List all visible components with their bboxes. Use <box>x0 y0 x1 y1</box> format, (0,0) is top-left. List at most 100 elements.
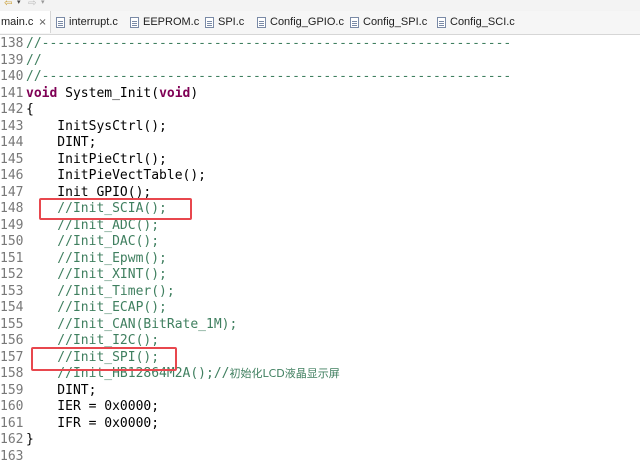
code-line[interactable]: 144 DINT; <box>0 135 96 152</box>
code-line[interactable]: 153 //Init_Timer(); <box>0 284 175 301</box>
back-arrow-icon[interactable]: ⇦ <box>4 0 12 9</box>
tab-config-sci-c[interactable]: Config_SCI.c <box>437 11 515 33</box>
line-number: 144 <box>0 135 24 150</box>
code-line[interactable]: 154 //Init_ECAP(); <box>0 300 167 317</box>
code-token: InitPieVectTable(); <box>26 168 207 183</box>
back-dropdown-icon[interactable]: ▾ <box>17 0 21 6</box>
line-number: 150 <box>0 234 24 249</box>
code-line[interactable]: 160 IER = 0x0000; <box>0 399 159 416</box>
code-token: //Init_Timer(); <box>26 283 175 299</box>
code-line[interactable]: 159 DINT; <box>0 383 96 400</box>
code-editor[interactable]: 138//-----------------------------------… <box>0 35 640 469</box>
code-token: //Init_CAN(BitRate_1M); <box>26 316 238 332</box>
c-file-icon <box>56 16 65 28</box>
forward-arrow-icon[interactable]: ⇨ <box>28 0 36 9</box>
code-token: DINT; <box>26 382 97 398</box>
c-file-icon <box>205 16 214 28</box>
code-token: // <box>26 52 42 68</box>
code-token: //--------------------------------------… <box>26 36 512 51</box>
line-number: 161 <box>0 415 24 431</box>
line-number: 146 <box>0 168 24 183</box>
code-line[interactable]: 139// <box>0 53 42 70</box>
code-token: //Init_ECAP(); <box>26 300 167 315</box>
code-token: ) <box>190 85 199 101</box>
line-number: 139 <box>0 52 24 68</box>
line-number: 160 <box>0 399 24 414</box>
code-line[interactable]: 155 //Init_CAN(BitRate_1M); <box>0 317 237 334</box>
line-number: 141 <box>0 85 24 101</box>
code-token: InitPieCtrl(); <box>26 151 167 167</box>
line-number: 151 <box>0 250 24 266</box>
code-line[interactable]: 161 IFR = 0x0000; <box>0 416 159 433</box>
line-number: 145 <box>0 151 24 167</box>
line-number: 152 <box>0 267 24 282</box>
tab-label: Config_SCI.c <box>450 16 515 28</box>
tab-label: main.c <box>1 16 34 28</box>
tab-config-spi-c[interactable]: Config_SPI.c <box>350 11 427 33</box>
tab-label: EEPROM.c <box>143 16 200 28</box>
code-line[interactable]: 140//-----------------------------------… <box>0 69 511 86</box>
navigation-toolbar: ⇦ ▾ ⇨ ▾ <box>0 0 640 11</box>
tab-label: interrupt.c <box>69 16 118 28</box>
code-token: //Init_DAC(); <box>26 234 160 249</box>
line-number: 158 <box>0 366 24 381</box>
code-token: System_Init( <box>57 85 160 101</box>
code-line[interactable]: 162} <box>0 432 34 449</box>
code-line[interactable]: 146 InitPieVectTable(); <box>0 168 206 185</box>
code-token: //Init_Epwm(); <box>26 250 167 266</box>
code-line[interactable]: 141 void System_Init(void) <box>0 86 198 103</box>
code-line[interactable]: 142{ <box>0 102 34 119</box>
line-number: 154 <box>0 300 24 315</box>
tab-main-c[interactable]: main.c × <box>0 11 51 33</box>
code-line[interactable]: 138//-----------------------------------… <box>0 36 511 53</box>
tab-eeprom-c[interactable]: EEPROM.c <box>130 11 199 33</box>
line-number: 153 <box>0 283 24 299</box>
c-file-icon <box>350 16 359 28</box>
code-token: 初始化LCD液晶显示屏 <box>229 367 340 380</box>
code-token: //Init_XINT(); <box>26 267 167 282</box>
code-line[interactable]: 145 InitPieCtrl(); <box>0 152 167 169</box>
code-token: { <box>26 102 34 117</box>
c-file-icon <box>257 16 266 28</box>
code-line[interactable]: 151 //Init_Epwm(); <box>0 251 167 268</box>
line-number: 140 <box>0 69 24 84</box>
line-number: 143 <box>0 118 24 134</box>
line-number: 149 <box>0 217 24 233</box>
code-token: IFR = 0x0000; <box>26 415 160 431</box>
code-token: void <box>26 85 58 101</box>
line-number: 159 <box>0 382 24 398</box>
code-token: IER = 0x0000; <box>26 399 160 414</box>
line-number: 155 <box>0 316 24 332</box>
highlight-box-init-spi <box>31 347 177 371</box>
tab-label: Config_SPI.c <box>363 16 428 28</box>
code-token: //Init_I2C(); <box>26 333 160 348</box>
line-number: 156 <box>0 333 24 348</box>
code-line[interactable]: 152 //Init_XINT(); <box>0 267 167 284</box>
code-line[interactable]: 143 InitSysCtrl(); <box>0 119 167 136</box>
c-file-icon <box>437 16 446 28</box>
code-token: //--------------------------------------… <box>26 69 512 84</box>
tab-label: SPI.c <box>218 16 245 28</box>
code-token: void <box>159 85 191 101</box>
code-line[interactable]: 163 <box>0 449 26 466</box>
tab-label: Config_GPIO.c <box>270 16 344 28</box>
tab-config-gpio-c[interactable]: Config_GPIO.c <box>257 11 344 33</box>
line-number: 157 <box>0 349 24 365</box>
line-number: 148 <box>0 201 24 216</box>
tab-spi-c[interactable]: SPI.c <box>205 11 244 33</box>
c-file-icon <box>130 16 139 28</box>
code-token: InitSysCtrl(); <box>26 118 167 134</box>
forward-dropdown-icon[interactable]: ▾ <box>41 0 45 6</box>
close-icon[interactable]: × <box>38 17 46 28</box>
line-number: 147 <box>0 184 24 200</box>
code-token: DINT; <box>26 135 97 150</box>
code-token: } <box>26 432 34 447</box>
highlight-box-init-scia <box>39 198 192 220</box>
line-number: 138 <box>0 36 24 51</box>
tab-interrupt-c[interactable]: interrupt.c <box>56 11 118 33</box>
line-number: 142 <box>0 102 24 117</box>
line-number: 163 <box>0 448 24 464</box>
editor-tab-bar: main.c × interrupt.c EEPROM.c SPI.c Conf… <box>0 11 640 35</box>
code-line[interactable]: 150 //Init_DAC(); <box>0 234 159 251</box>
line-number: 162 <box>0 432 24 447</box>
